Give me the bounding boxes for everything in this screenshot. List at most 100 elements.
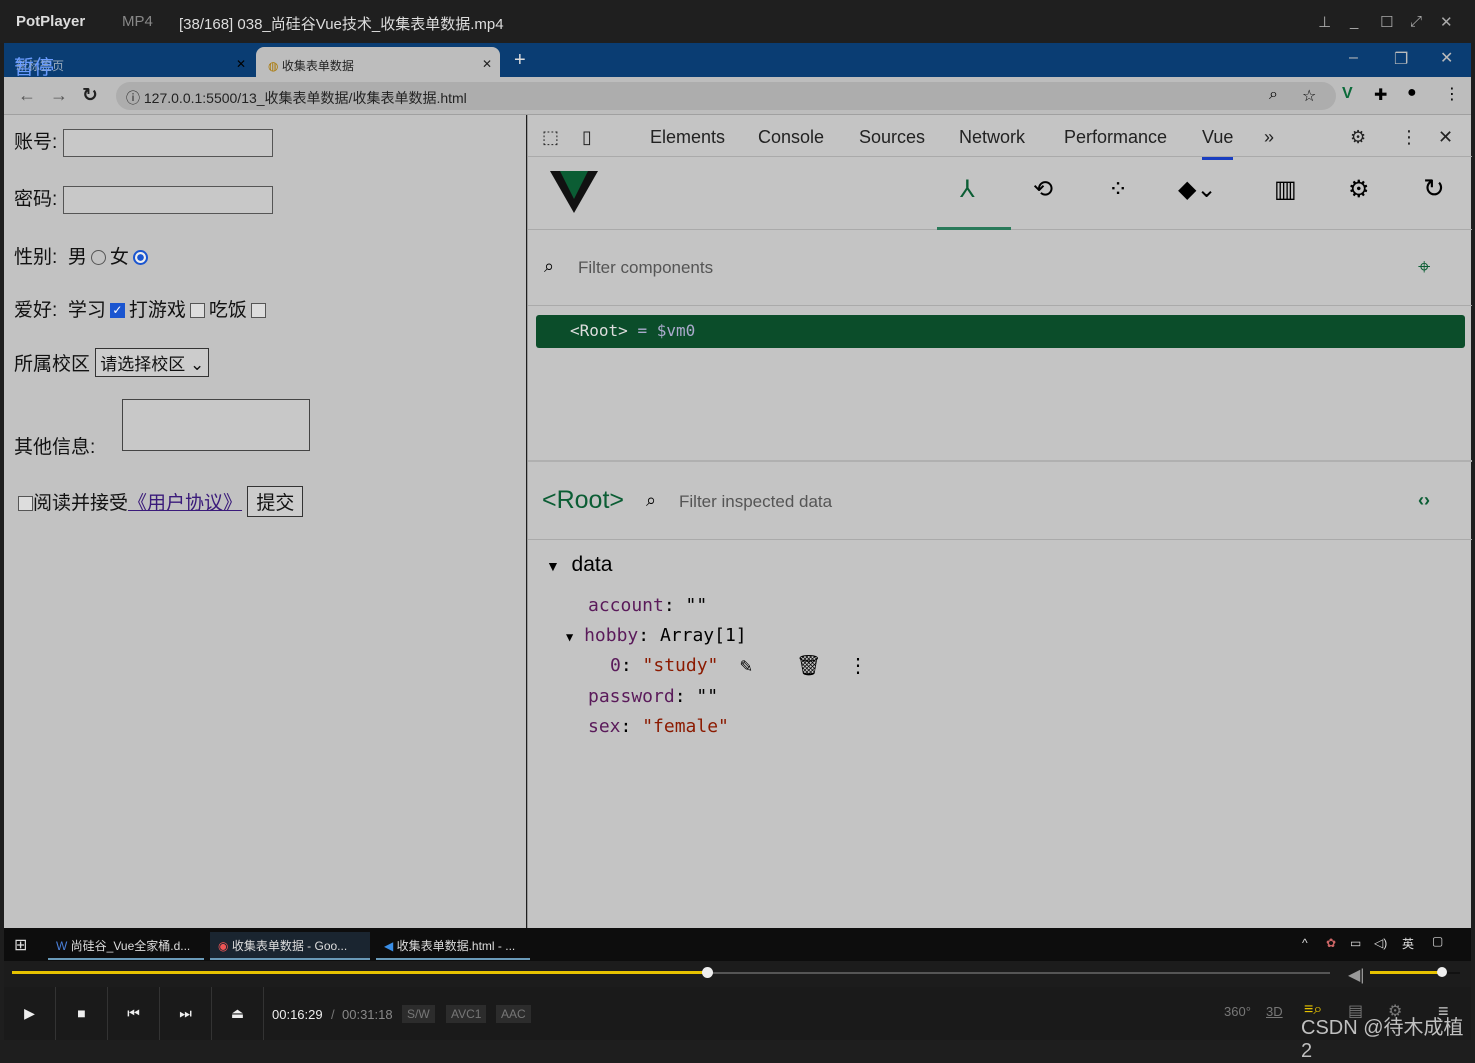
inspect-element-icon[interactable]: ⬚ [542, 127, 559, 148]
filter-components-input[interactable]: Filter components [578, 258, 713, 278]
more-actions-icon[interactable]: ⋮ [848, 653, 868, 677]
routing-icon[interactable]: ◆⌄ [1178, 175, 1217, 204]
volume-tray-icon[interactable]: ◁) [1374, 936, 1387, 950]
window-close-icon[interactable]: ✕ [1440, 48, 1453, 68]
hobby-game-checkbox[interactable] [189, 303, 205, 319]
forward-icon[interactable]: → [50, 85, 68, 106]
close-tab-icon[interactable]: ✕ [236, 57, 246, 71]
close-icon[interactable]: ✕ [1440, 13, 1453, 31]
fullscreen-icon[interactable]: ⤢ [1410, 13, 1422, 30]
device-toolbar-icon[interactable]: ▯ [582, 127, 592, 148]
filter-inspected-input[interactable]: Filter inspected data [679, 492, 832, 512]
tab-elements[interactable]: Elements [650, 127, 725, 148]
hobby-game-label: 打游戏 [128, 300, 186, 321]
field-hobby-0[interactable]: 0: "study" [610, 655, 718, 676]
root-component-row[interactable]: <Root> = $vm0 [536, 315, 1465, 348]
windows-start-icon[interactable]: ⊞ [14, 935, 27, 955]
renderer-badge[interactable]: S/W [402, 1005, 435, 1023]
minimize-icon[interactable]: _ [1350, 13, 1358, 30]
field-sex[interactable]: sex: "female" [588, 716, 729, 737]
more-options-icon[interactable]: ⋮ [1400, 127, 1418, 148]
zoom-icon[interactable]: ⌕ [1269, 86, 1278, 104]
tray-expand-icon[interactable]: ^ [1302, 936, 1308, 950]
hobby-study-checkbox[interactable]: ✓ [109, 303, 125, 319]
extensions-icon[interactable]: ✚ [1374, 85, 1387, 105]
settings-gear-icon[interactable]: ⚙ [1350, 127, 1366, 148]
male-radio[interactable] [90, 250, 106, 266]
tab-performance[interactable]: Performance [1064, 127, 1167, 148]
tab-active[interactable]: ◍ 收集表单数据 ✕ [256, 47, 500, 77]
ime-indicator[interactable]: 英 [1402, 935, 1414, 952]
total-time: 00:31:18 [342, 1007, 393, 1022]
taskbar-word[interactable]: W 尚硅谷_Vue全家桶.d... [48, 932, 204, 960]
window-minimize-icon[interactable]: – [1349, 49, 1358, 67]
tab-console[interactable]: Console [758, 127, 824, 148]
tray-app-icon[interactable]: ✿ [1326, 936, 1336, 950]
taskbar-chrome[interactable]: ◉ 收集表单数据 - Goo... [210, 932, 370, 960]
devtools-tab-bar: ⬚ ▯ Elements Console Sources Network Per… [528, 115, 1472, 160]
vr-360-button[interactable]: 360° [1224, 1004, 1251, 1019]
window-restore-icon[interactable]: ❐ [1394, 49, 1408, 69]
close-devtools-icon[interactable]: ✕ [1438, 127, 1453, 148]
tab-network[interactable]: Network [959, 127, 1025, 148]
data-section-toggle[interactable]: ▼ data [546, 553, 612, 577]
agree-checkbox[interactable] [18, 496, 33, 512]
bookmark-star-icon[interactable]: ☆ [1302, 86, 1316, 106]
field-key: sex [588, 716, 621, 737]
taskbar-vscode[interactable]: ◀ 收集表单数据.html - ... [376, 932, 530, 960]
female-radio[interactable] [132, 250, 148, 266]
info-icon: ⓘ [126, 90, 140, 106]
campus-select[interactable]: 请选择校区 ⌄ [95, 348, 210, 377]
play-button[interactable]: ▶ [4, 987, 56, 1040]
plugins-icon[interactable]: ⁘ [1108, 175, 1128, 204]
vue-devtools-extension-icon[interactable]: V [1342, 85, 1353, 103]
other-info-textarea[interactable] [122, 399, 310, 451]
tab-vue[interactable]: Vue [1202, 127, 1234, 160]
mute-icon[interactable]: ◀| [1348, 965, 1364, 985]
tab-label: 收集表单数据 [281, 59, 354, 73]
field-key: 0 [610, 655, 621, 676]
account-input[interactable] [62, 128, 273, 157]
player-brand[interactable]: PotPlayer [16, 13, 85, 30]
profile-icon[interactable]: ● [1407, 84, 1417, 102]
timeline-icon[interactable]: ⟲ [1033, 175, 1053, 204]
previous-button[interactable]: ⏮ [108, 987, 160, 1040]
battery-icon[interactable]: ▭ [1350, 936, 1361, 950]
more-tabs-icon[interactable]: » [1264, 127, 1274, 148]
field-account[interactable]: account: "" [588, 595, 707, 616]
tab-sources[interactable]: Sources [859, 127, 925, 148]
next-button[interactable]: ⏭ [160, 987, 212, 1040]
field-password[interactable]: password: "" [588, 686, 718, 707]
back-icon[interactable]: ← [18, 85, 36, 106]
component-filter[interactable]: ⌕ Filter components ⌖ [528, 230, 1472, 306]
field-key: password [588, 686, 675, 707]
agreement-link[interactable]: 《用户协议》 [128, 493, 242, 514]
menu-icon[interactable]: ⋮ [1444, 84, 1460, 104]
submit-button[interactable]: 提交 [247, 486, 304, 517]
refresh-icon[interactable]: ↻ [1423, 173, 1445, 204]
hobby-eat-checkbox[interactable] [250, 303, 266, 319]
reload-icon[interactable]: ↻ [82, 84, 98, 107]
edit-pencil-icon[interactable]: ✎ [740, 653, 752, 677]
password-input[interactable] [62, 185, 273, 214]
notification-icon[interactable]: ▢ [1432, 934, 1443, 948]
maximize-icon[interactable]: ☐ [1380, 13, 1393, 31]
select-component-icon[interactable]: ⌖ [1418, 254, 1430, 280]
audio-codec-badge[interactable]: AAC [496, 1005, 531, 1023]
components-icon[interactable]: ⅄ [960, 175, 975, 204]
url-input[interactable]: ⓘ 127.0.0.1:5500/13_收集表单数据/收集表单数据.html [116, 82, 1336, 110]
eject-button[interactable]: ⏏ [212, 987, 264, 1040]
video-codec-badge[interactable]: AVC1 [446, 1005, 487, 1023]
new-tab-button[interactable]: + [514, 49, 526, 72]
vue-settings-icon[interactable]: ⚙ [1348, 175, 1370, 204]
open-source-icon[interactable]: ‹› [1418, 490, 1430, 511]
seek-handle[interactable] [701, 967, 713, 978]
3d-button[interactable]: 3D [1266, 1004, 1283, 1019]
performance-chart-icon[interactable]: ▥ [1274, 175, 1297, 204]
stop-button[interactable]: ■ [56, 987, 108, 1040]
delete-trash-icon[interactable]: 🗑 [796, 653, 821, 677]
field-hobby[interactable]: ▼ hobby: Array[1] [566, 625, 747, 646]
volume-handle[interactable] [1437, 967, 1447, 977]
close-tab-icon[interactable]: ✕ [482, 57, 492, 71]
pin-icon[interactable]: ⊥ [1318, 13, 1331, 31]
